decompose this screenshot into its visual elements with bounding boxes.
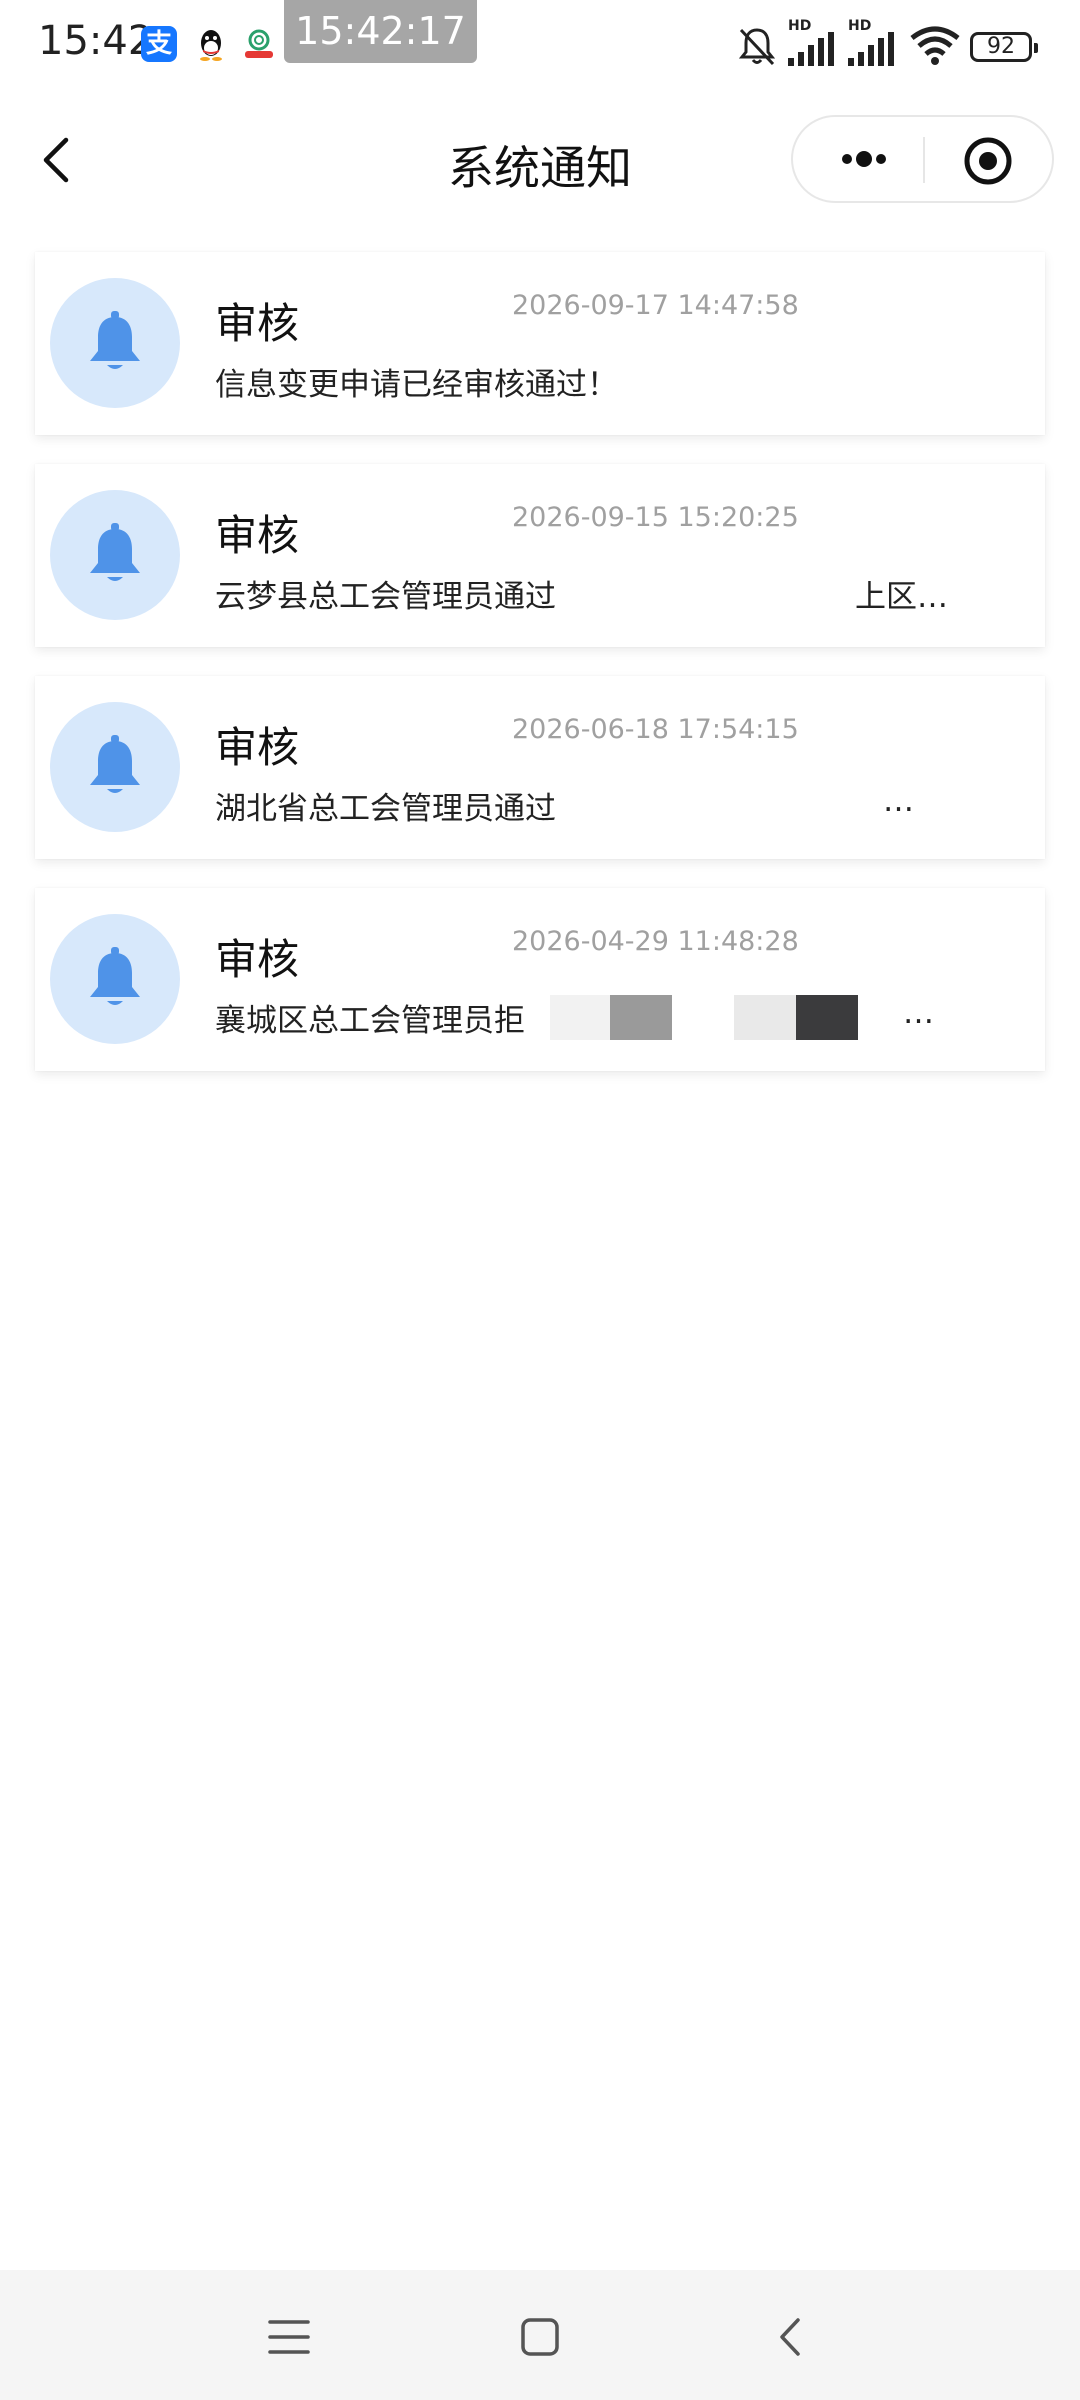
notification-message: 湖北省总工会管理员通过 …: [215, 783, 975, 828]
status-bar: 15:42 支 15:42:17 HD HD 92: [0, 0, 1080, 88]
target-circle-icon: [964, 137, 1012, 185]
mute-bell-icon: [738, 28, 776, 66]
notification-item[interactable]: 审核 2026-09-15 15:20:25 云梦县总工会管理员通过 上区…: [35, 464, 1045, 647]
notification-message-tail: …: [883, 783, 914, 819]
close-miniprogram-button[interactable]: [961, 134, 1015, 188]
notification-message-tail: …: [903, 995, 934, 1031]
miniprogram-capsule: [791, 115, 1054, 203]
redaction-block: [550, 995, 610, 1040]
system-navigation-bar: [0, 2270, 1080, 2400]
notification-avatar: [50, 278, 180, 408]
signal-icon-2: [848, 32, 894, 66]
notification-avatar: [50, 702, 180, 832]
wifi-icon: [910, 26, 960, 65]
bell-icon: [90, 311, 140, 369]
home-square-icon: [521, 2318, 559, 2356]
nav-bar: 系统通知: [0, 110, 1080, 210]
notification-item[interactable]: 审核 2026-04-29 11:48:28 襄城区总工会管理员拒 …: [35, 888, 1045, 1071]
qq-icon: [193, 26, 229, 62]
notification-time: 2026-06-18 17:54:15: [512, 714, 799, 745]
alipay-icon: 支: [141, 26, 177, 62]
redaction-block: [570, 571, 860, 616]
notification-message: 云梦县总工会管理员通过 上区…: [215, 571, 975, 616]
notification-item[interactable]: 审核 2026-09-17 14:47:58 信息变更申请已经审核通过！: [35, 252, 1045, 435]
system-back-button[interactable]: [764, 2310, 818, 2364]
notification-message-tail: 上区…: [855, 579, 948, 615]
redaction-block: [796, 995, 858, 1040]
status-time: 15:42: [38, 18, 154, 64]
notification-message-text: 云梦县总工会管理员通过: [215, 579, 556, 615]
notification-type: 审核: [215, 723, 300, 772]
notification-type: 审核: [215, 511, 300, 560]
screen: 15:42 支 15:42:17 HD HD 92 系统通知 审核 2026-0…: [0, 0, 1080, 2400]
notification-time: 2026-09-17 14:47:58: [512, 290, 799, 321]
redaction-block: [610, 995, 672, 1040]
notification-avatar: [50, 914, 180, 1044]
notification-message: 信息变更申请已经审核通过！: [215, 367, 618, 403]
recent-apps-button[interactable]: [262, 2310, 316, 2364]
redaction-block: [734, 995, 796, 1040]
notification-message-text: 湖北省总工会管理员通过: [215, 791, 556, 827]
menu-lines-icon: [268, 2320, 310, 2354]
redaction-block: [570, 783, 870, 828]
notification-item[interactable]: 审核 2026-06-18 17:54:15 湖北省总工会管理员通过 …: [35, 676, 1045, 859]
more-dots-icon: [842, 151, 886, 167]
notification-time: 2026-09-15 15:20:25: [512, 502, 799, 533]
notification-type: 审核: [215, 299, 300, 348]
notification-type: 审核: [215, 935, 300, 984]
notification-time: 2026-04-29 11:48:28: [512, 926, 799, 957]
home-button[interactable]: [513, 2310, 567, 2364]
battery-indicator: 92: [970, 32, 1038, 62]
notification-list: 审核 2026-09-17 14:47:58 信息变更申请已经审核通过！ 审核 …: [35, 252, 1045, 1100]
notification-avatar: [50, 490, 180, 620]
bell-icon: [90, 735, 140, 793]
signal-icon-1: [788, 32, 834, 66]
bell-icon: [90, 947, 140, 1005]
more-button[interactable]: [813, 129, 913, 189]
notification-message: 襄城区总工会管理员拒 …: [215, 995, 975, 1040]
back-chevron-icon: [780, 2318, 800, 2356]
capsule-divider: [923, 137, 925, 183]
screen-recording-time: 15:42:17: [284, 0, 477, 63]
notification-message-text: 襄城区总工会管理员拒: [215, 1003, 525, 1039]
status-indicators: HD HD 92: [720, 18, 1080, 70]
bell-icon: [90, 523, 140, 581]
china-mobile-icon: [241, 26, 277, 62]
redaction-block: [672, 995, 734, 1040]
